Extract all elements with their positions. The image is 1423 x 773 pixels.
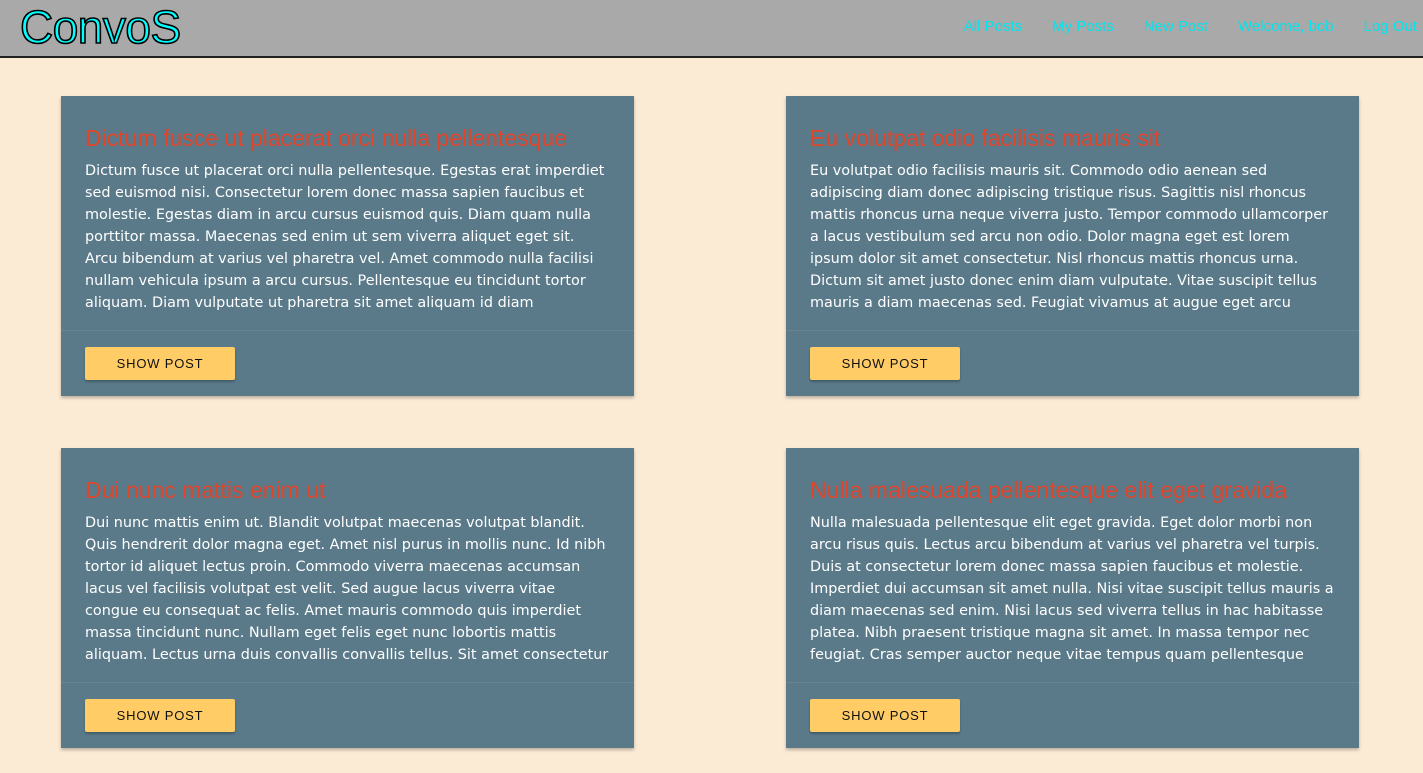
show-post-button[interactable]: SHOW POST xyxy=(810,699,960,732)
post-title: Eu volutpat odio facilisis mauris sit xyxy=(810,125,1161,151)
navbar: ConvoS All Posts My Posts New Post Welco… xyxy=(0,0,1423,58)
nav-log-out-link[interactable]: Log Out xyxy=(1364,18,1417,36)
post-body: Dictum fusce ut placerat orci nulla pell… xyxy=(85,163,605,311)
post-body: Eu volutpat odio facilisis mauris sit. C… xyxy=(810,163,1328,311)
nav-all-posts-link[interactable]: All Posts xyxy=(964,18,1022,36)
post-card: Dui nunc mattis enim ut Dui nunc mattis … xyxy=(61,448,634,748)
post-card-action: SHOW POST xyxy=(786,330,1359,396)
post-card-action: SHOW POST xyxy=(786,682,1359,748)
post-card-action: SHOW POST xyxy=(61,330,634,396)
post-card: Dictum fusce ut placerat orci nulla pell… xyxy=(61,96,634,396)
brand-logo[interactable]: ConvoS xyxy=(19,0,182,54)
post-card: Nulla malesuada pellentesque elit eget g… xyxy=(786,448,1359,748)
post-body: Dui nunc mattis enim ut. Blandit volutpa… xyxy=(85,515,609,663)
show-post-button[interactable]: SHOW POST xyxy=(85,699,235,732)
post-card-content: Eu volutpat odio facilisis mauris sit Eu… xyxy=(786,96,1359,330)
post-card: Eu volutpat odio facilisis mauris sit Eu… xyxy=(786,96,1359,396)
nav-my-posts-link[interactable]: My Posts xyxy=(1052,18,1114,36)
show-post-button[interactable]: SHOW POST xyxy=(85,347,235,380)
show-post-button[interactable]: SHOW POST xyxy=(810,347,960,380)
post-title: Dictum fusce ut placerat orci nulla pell… xyxy=(85,125,567,151)
post-card-content: Dictum fusce ut placerat orci nulla pell… xyxy=(61,96,634,330)
post-title: Dui nunc mattis enim ut xyxy=(85,477,326,503)
post-body: Nulla malesuada pellentesque elit eget g… xyxy=(810,515,1334,663)
post-card-action: SHOW POST xyxy=(61,682,634,748)
post-card-content: Nulla malesuada pellentesque elit eget g… xyxy=(786,448,1359,682)
post-title: Nulla malesuada pellentesque elit eget g… xyxy=(810,477,1287,503)
nav-new-post-link[interactable]: New Post xyxy=(1144,18,1208,36)
nav-links: All Posts My Posts New Post Welcome, bob… xyxy=(934,18,1417,36)
nav-welcome-user[interactable]: Welcome, bob xyxy=(1238,18,1334,36)
post-card-content: Dui nunc mattis enim ut Dui nunc mattis … xyxy=(61,448,634,682)
